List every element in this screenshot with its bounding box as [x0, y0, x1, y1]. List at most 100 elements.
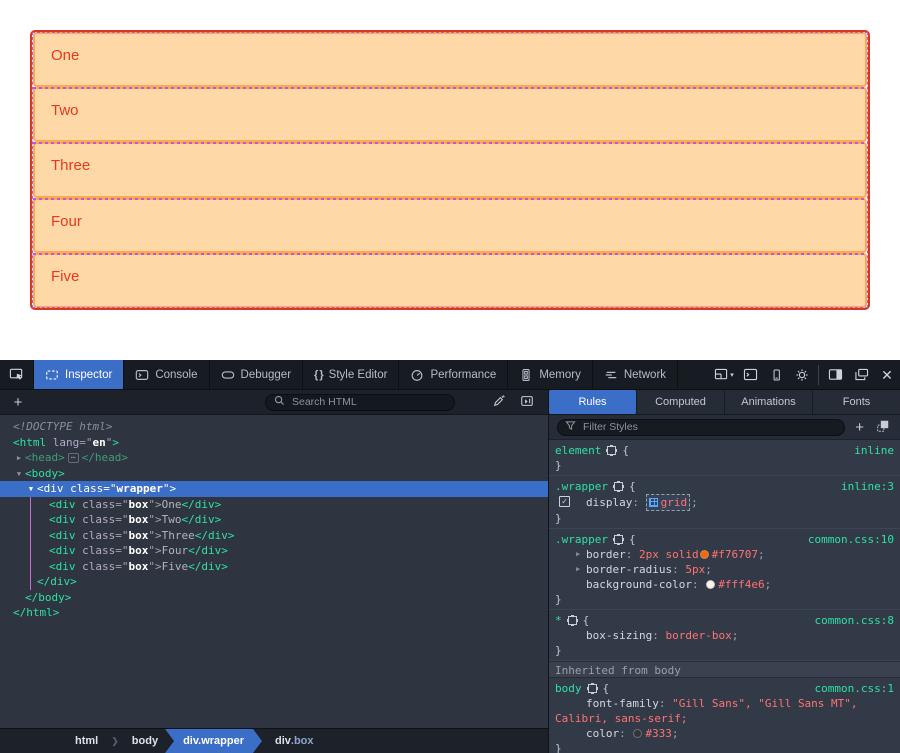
split-console-icon[interactable] [737, 360, 763, 390]
chevron-down-icon[interactable]: ▼ [13, 467, 25, 483]
tab-debugger[interactable]: Debugger [210, 360, 304, 389]
sidebar-toggle-icon[interactable] [520, 394, 534, 411]
property-value[interactable]: border-box [665, 628, 731, 643]
markup-line[interactable]: ▼<body> [0, 466, 548, 482]
selector-highlighter-icon[interactable] [588, 684, 597, 693]
chevron-down-icon: ▾ [730, 371, 734, 379]
markup-line[interactable]: </body> [0, 590, 548, 606]
markup-line[interactable]: <div class="box">Five</div> [0, 559, 548, 575]
stylesheet-link[interactable]: common.css:1 [815, 681, 894, 696]
tab-inspector[interactable]: Inspector [34, 360, 124, 389]
markup-line[interactable]: </html> [0, 605, 548, 621]
semicolon: ; [732, 628, 739, 643]
filter-styles-box[interactable] [557, 419, 845, 436]
frames-picker-icon[interactable]: ▾ [711, 360, 737, 390]
property-name[interactable]: background-color [586, 577, 692, 592]
selector-highlighter-icon[interactable] [614, 535, 623, 544]
demo-box: Five [33, 253, 867, 308]
breadcrumb-item-div[interactable]: div.box [262, 729, 327, 753]
property-value[interactable]: #fff4e6 [718, 577, 764, 592]
add-rule-icon[interactable]: + [855, 420, 864, 435]
demo-box: Two [33, 87, 867, 142]
property-value[interactable]: #f76707 [712, 547, 758, 562]
add-node-button[interactable]: + [8, 395, 28, 410]
filter-styles-input[interactable] [581, 420, 837, 434]
property-value[interactable]: 5px [685, 562, 705, 577]
tab-rules[interactable]: Rules [549, 390, 637, 414]
property-value[interactable]: 2px solid [639, 547, 699, 562]
close-brace: } [549, 741, 900, 753]
tab-performance[interactable]: Performance [399, 360, 508, 389]
markup-line[interactable]: ▼<div class="wrapper"> [0, 481, 548, 497]
property-name[interactable]: color [586, 726, 619, 741]
tab-console[interactable]: Console [124, 360, 209, 389]
tab-animations[interactable]: Animations [725, 390, 813, 414]
markup-token: "> [148, 529, 161, 542]
eyedropper-icon[interactable] [492, 394, 506, 411]
selector-highlighter-icon[interactable] [568, 616, 577, 625]
responsive-mode-icon[interactable] [763, 360, 789, 390]
tab-computed[interactable]: Computed [637, 390, 725, 414]
settings-icon[interactable] [789, 360, 815, 390]
search-html-box[interactable] [265, 394, 455, 411]
markup-line[interactable]: <div class="box">Two</div> [0, 512, 548, 528]
breadcrumb-item-divwrapper[interactable]: div.wrapper [165, 729, 262, 753]
expand-shorthand-icon[interactable]: ▶ [576, 547, 580, 562]
property-name[interactable]: box-sizing [586, 628, 652, 643]
demo-box: Three [33, 142, 867, 197]
chevron-down-icon[interactable]: ▼ [25, 482, 37, 498]
property-name[interactable]: border [586, 547, 626, 562]
property-name[interactable]: font-family [586, 696, 659, 711]
color-swatch[interactable] [700, 550, 709, 559]
property-name[interactable]: display [586, 495, 632, 510]
property-value[interactable]: "Gill Sans", "Gill Sans MT", [672, 696, 857, 711]
property-enabled-checkbox[interactable]: ✓ [559, 496, 570, 507]
css-declaration-wrap: Calibri, sans-serif; [549, 711, 900, 726]
separate-window-icon[interactable] [848, 360, 874, 390]
tab-memory[interactable]: Memory [508, 360, 593, 389]
color-swatch[interactable] [633, 729, 642, 738]
chevron-right-icon[interactable]: ▶ [13, 451, 25, 467]
markup-line[interactable]: </div> [0, 574, 548, 590]
breadcrumb-item-body[interactable]: body [119, 729, 171, 753]
search-html-input[interactable] [290, 395, 446, 409]
node-picker-icon[interactable] [0, 360, 34, 389]
tab-style-editor[interactable]: { }Style Editor [303, 360, 399, 389]
rule-selector-line: *{common.css:8 [549, 613, 900, 628]
tab-fonts[interactable]: Fonts [813, 390, 900, 414]
color-swatch[interactable] [706, 580, 715, 589]
dock-side-icon[interactable] [822, 360, 848, 390]
tab-network[interactable]: Network [593, 360, 678, 389]
markup-token: box [129, 529, 149, 542]
close-brace: } [549, 643, 900, 658]
markup-line[interactable]: <div class="box">One</div> [0, 497, 548, 513]
tab-label: Console [155, 369, 197, 381]
markup-line[interactable]: ▶<head>⋯</head> [0, 450, 548, 466]
markup-line[interactable]: <div class="box">Four</div> [0, 543, 548, 559]
close-icon[interactable]: ✕ [874, 360, 900, 390]
expand-shorthand-icon[interactable]: ▶ [576, 562, 580, 577]
collapsed-content-badge[interactable]: ⋯ [68, 453, 79, 463]
rules-content: element{inline}.wrapper{inline:3✓display… [549, 440, 900, 753]
pseudo-class-icon[interactable] [876, 419, 890, 436]
markup-token: =" [115, 544, 128, 557]
markup-token: =" [79, 436, 92, 449]
selector-highlighter-icon[interactable] [607, 446, 616, 455]
property-name[interactable]: border-radius [586, 562, 672, 577]
property-value[interactable]: #333 [645, 726, 672, 741]
grid-icon[interactable] [649, 498, 658, 507]
selector-highlighter-icon[interactable] [614, 482, 623, 491]
grid-highlighter-toggle[interactable]: grid [646, 494, 691, 511]
markup-token: box [129, 498, 149, 511]
markup-line[interactable]: <!DOCTYPE html> [0, 419, 548, 435]
markup-line[interactable]: <div class="box">Three</div> [0, 528, 548, 544]
stylesheet-link[interactable]: inline:3 [841, 479, 894, 494]
property-value[interactable]: grid [661, 495, 688, 510]
stylesheet-link[interactable]: inline [854, 443, 894, 458]
stylesheet-link[interactable]: common.css:10 [808, 532, 894, 547]
demo-box-label: Two [51, 102, 79, 119]
stylesheet-link[interactable]: common.css:8 [815, 613, 894, 628]
markup-line[interactable]: <html lang="en"> [0, 435, 548, 451]
breadcrumb-item-html[interactable]: html [62, 729, 111, 753]
markup-toolbar: + [0, 390, 548, 415]
